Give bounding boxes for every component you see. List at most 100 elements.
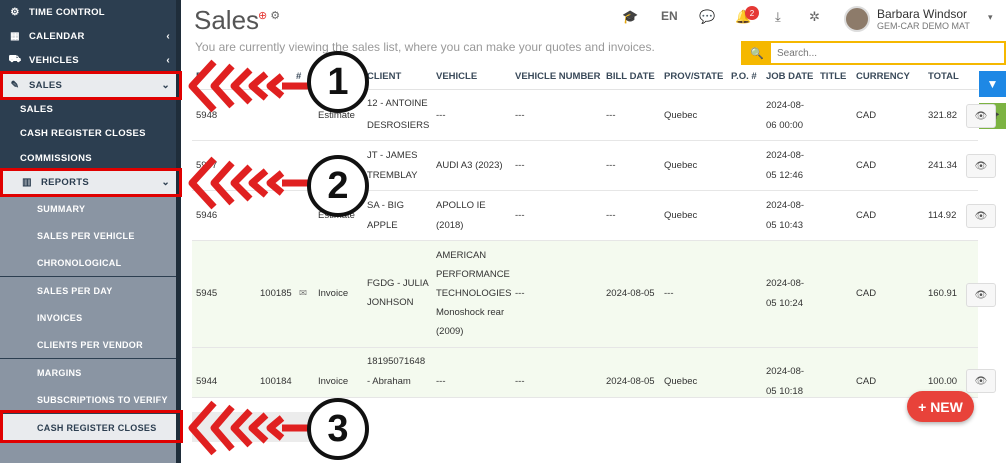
- highlight-box-sales: [0, 71, 182, 100]
- cell-id: 5945: [196, 288, 218, 299]
- search-bar: 🔍: [741, 41, 1006, 65]
- highlight-box-reports: [0, 168, 182, 197]
- gear-icon[interactable]: ⚙: [270, 10, 280, 22]
- report-item-label: SUBSCRIPTIONS TO VERIFY: [37, 394, 168, 405]
- cell-vehicle-number: ---: [515, 376, 525, 387]
- column-header[interactable]: CLIENT: [367, 66, 401, 90]
- chevron-left-icon: ‹: [166, 55, 170, 66]
- column-header[interactable]: TOTAL: [928, 66, 959, 90]
- sidebar-item-label: VEHICLES: [29, 55, 79, 66]
- report-item-chronological[interactable]: CHRONOLOGICAL: [0, 249, 176, 276]
- calendar-icon: ▦: [10, 31, 20, 42]
- column-header[interactable]: VEHICLE NUMBER: [515, 66, 601, 90]
- title-actions: ⊕ ⚙: [258, 9, 280, 22]
- column-header[interactable]: CURRENCY: [856, 66, 910, 90]
- column-header[interactable]: TITLE: [820, 66, 846, 90]
- cell-bill-date: ---: [606, 110, 616, 121]
- sidebar-scrollbar[interactable]: [176, 0, 181, 463]
- cell-client[interactable]: TREMBLAY: [367, 164, 418, 188]
- sidebar-subitem-commissions[interactable]: COMMISSIONS: [0, 146, 176, 170]
- sidebar-subitem-cash-register-closes[interactable]: CASH REGISTER CLOSES: [0, 121, 176, 145]
- annotation-arrow-3: [188, 400, 312, 456]
- sidebar-item-time-control[interactable]: ⚙ TIME CONTROL: [0, 0, 176, 25]
- new-button[interactable]: + NEW: [907, 391, 974, 422]
- annotation-arrow-2: [188, 156, 312, 210]
- view-icon[interactable]: 👁: [966, 204, 996, 228]
- user-name[interactable]: Barbara Windsor: [877, 7, 967, 21]
- report-item-clients-per-vendor[interactable]: CLIENTS PER VENDOR: [0, 331, 176, 358]
- cell-number: 100185: [260, 288, 292, 299]
- add-circle-icon[interactable]: ⊕: [258, 10, 267, 22]
- table-row[interactable]: 5945 100185 ✉ Invoice FGDG - JULIA JONHS…: [192, 241, 978, 348]
- cell-job-date: 06 00:00: [766, 120, 803, 131]
- report-item-label: SALES PER DAY: [37, 285, 113, 296]
- cell-client[interactable]: - Abraham: [367, 370, 411, 394]
- settings-icon[interactable]: ✲: [809, 9, 820, 25]
- column-header[interactable]: BILL DATE: [606, 66, 655, 90]
- report-item-sales-per-vehicle[interactable]: SALES PER VEHICLE: [0, 222, 176, 249]
- table-row[interactable]: 5944 100184 Invoice 18195071648 - Abraha…: [192, 348, 978, 398]
- column-header[interactable]: PROV/STATE: [664, 66, 723, 90]
- caret-down-icon[interactable]: ▾: [988, 12, 993, 23]
- view-icon[interactable]: 👁: [966, 104, 996, 128]
- user-org: GEM-CAR DEMO MAT: [877, 21, 970, 31]
- report-item-invoices[interactable]: INVOICES: [0, 304, 176, 331]
- language-selector[interactable]: EN: [661, 9, 678, 23]
- page-title: Sales: [194, 5, 260, 35]
- report-item-label: CHRONOLOGICAL: [37, 257, 122, 268]
- report-item-label: SALES PER VEHICLE: [37, 230, 135, 241]
- sidebar-subitem-label: SALES: [20, 103, 54, 115]
- chat-icon[interactable]: 💬: [699, 9, 715, 25]
- cell-prov: Quebec: [664, 376, 698, 387]
- report-item-next[interactable]: [0, 441, 176, 463]
- sidebar-item-label: TIME CONTROL: [29, 7, 105, 18]
- cell-currency: CAD: [856, 110, 877, 121]
- cell-client[interactable]: JONHSON: [367, 291, 413, 315]
- search-input[interactable]: [771, 43, 1004, 63]
- download-icon[interactable]: ⤓: [775, 9, 781, 25]
- graduation-cap-icon[interactable]: 🎓: [622, 9, 638, 25]
- annotation-circle-3: 3: [307, 398, 369, 460]
- cell-vehicle-number: ---: [515, 210, 525, 221]
- cell-vehicle: ---: [436, 110, 446, 121]
- cell-currency: CAD: [856, 160, 877, 171]
- cell-prov: Quebec: [664, 160, 698, 171]
- annotation-circle-1: 1: [307, 51, 369, 113]
- cell-currency: CAD: [856, 376, 877, 387]
- cell-bill-date: ---: [606, 210, 616, 221]
- annotation-circle-2: 2: [307, 155, 369, 217]
- cell-type: Invoice: [318, 288, 349, 299]
- cell-client[interactable]: APPLE: [367, 214, 398, 238]
- notification-badge: 2: [745, 6, 759, 20]
- highlight-box-cash-register-closes: [0, 410, 183, 443]
- filter-icon[interactable]: ▼: [979, 71, 1006, 97]
- cell-total: 321.82: [928, 110, 958, 121]
- sidebar-subitem-sales[interactable]: SALES: [0, 97, 176, 121]
- column-header[interactable]: P.O. #: [731, 66, 757, 90]
- report-item-subscriptions-to-verify[interactable]: SUBSCRIPTIONS TO VERIFY: [0, 386, 176, 413]
- view-icon[interactable]: 👁: [966, 283, 996, 307]
- cell-job-date: 05 10:18: [766, 386, 803, 397]
- view-icon[interactable]: 👁: [966, 369, 996, 393]
- column-header[interactable]: JOB DATE: [766, 66, 813, 90]
- cell-vehicle: (2018): [436, 220, 464, 231]
- cell-client[interactable]: 12 - ANTOINE: [367, 92, 428, 116]
- annotation-arrow-1: [188, 59, 312, 113]
- cell-type: Invoice: [318, 376, 349, 387]
- sidebar-item-vehicles[interactable]: ⛟ VEHICLES ‹: [0, 48, 176, 73]
- report-item-sales-per-day[interactable]: SALES PER DAY: [0, 277, 176, 304]
- view-icon[interactable]: 👁: [966, 154, 996, 178]
- report-item-summary[interactable]: SUMMARY: [0, 195, 176, 222]
- cell-vehicle-number: ---: [515, 288, 525, 299]
- avatar[interactable]: [844, 6, 870, 32]
- cell-vehicle: (2009): [436, 326, 464, 337]
- sidebar: ⚙ TIME CONTROL ▦ CALENDAR ‹ ⛟ VEHICLES ‹…: [0, 0, 181, 463]
- sidebar-item-calendar[interactable]: ▦ CALENDAR ‹: [0, 24, 176, 49]
- sidebar-subitem-label: COMMISSIONS: [20, 152, 92, 164]
- cell-client[interactable]: DESROSIERS: [367, 114, 429, 138]
- envelope-icon[interactable]: ✉: [299, 282, 307, 306]
- report-item-margins[interactable]: MARGINS: [0, 359, 176, 386]
- column-header[interactable]: VEHICLE: [436, 66, 477, 90]
- search-icon[interactable]: 🔍: [743, 43, 771, 63]
- cell-total: 114.92: [928, 210, 957, 221]
